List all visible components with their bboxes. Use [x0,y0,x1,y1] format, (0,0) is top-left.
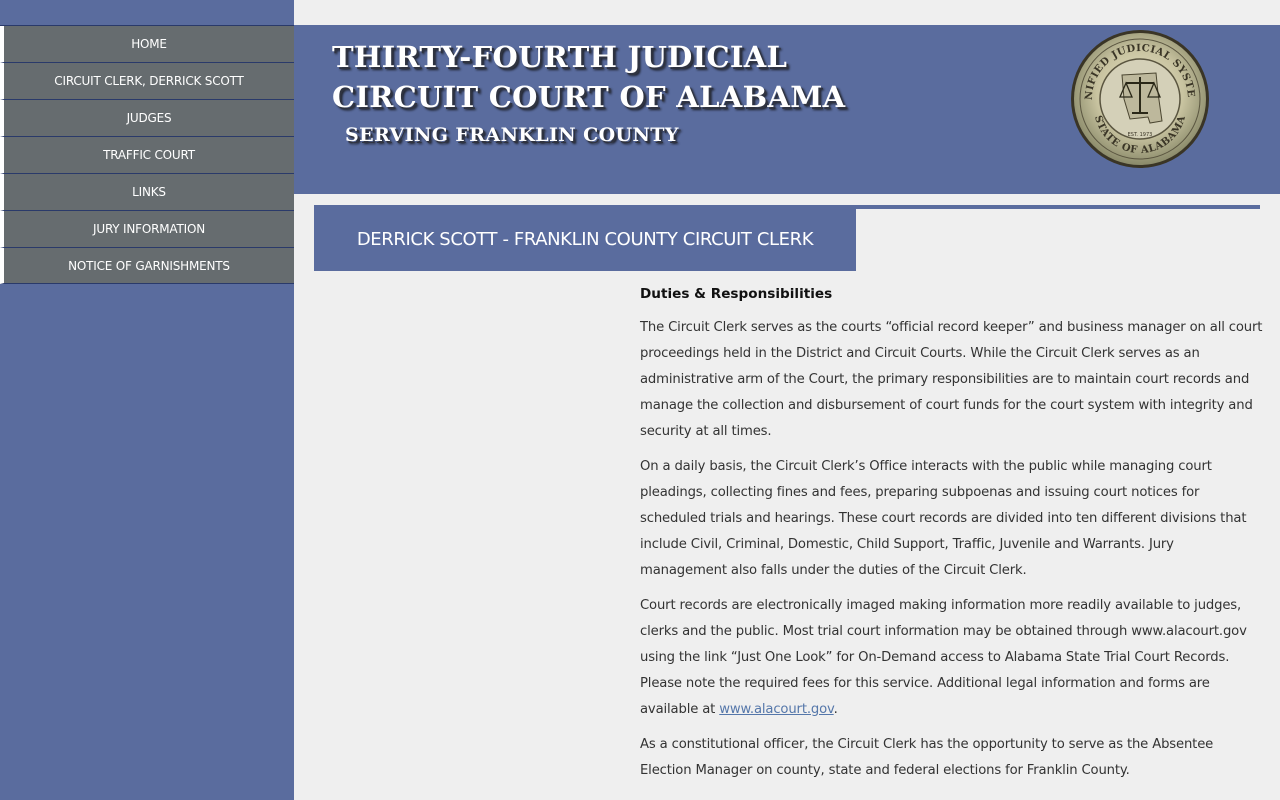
paragraph-court-records: Court records are electronically imaged … [640,593,1264,723]
nav-item-notice-of-garnishments[interactable]: NOTICE OF GARNISHMENTS [0,248,294,284]
site-title-line-2: CIRCUIT COURT OF ALABAMA [332,80,846,114]
nav-item-judges[interactable]: JUDGES [0,100,294,137]
site-title: THIRTY-FOURTH JUDICIAL CIRCUIT COURT OF … [332,37,845,153]
main-content: Duties & Responsibilities The Circuit Cl… [640,282,1264,793]
sidebar: HOME CIRCUIT CLERK, DERRICK SCOTT JUDGES… [0,0,294,800]
nav-item-home[interactable]: HOME [0,26,294,63]
nav-item-jury-information[interactable]: JURY INFORMATION [0,211,294,248]
nav-item-circuit-clerk[interactable]: CIRCUIT CLERK, DERRICK SCOTT [0,63,294,100]
state-seal-icon: UNIFIED JUDICIAL SYSTEM STATE OF ALABAMA… [1070,29,1209,168]
paragraph-daily-duties: On a daily basis, the Circuit Clerk’s Of… [640,459,1247,578]
site-subtitle: SERVING FRANKLIN COUNTY [345,124,679,146]
paragraph-court-records-end: . [833,702,838,717]
nav-item-traffic-court[interactable]: TRAFFIC COURT [0,137,294,174]
content-heading: Duties & Responsibilities [640,286,833,302]
alacourt-link[interactable]: www.alacourt.gov [719,702,834,717]
main-nav: HOME CIRCUIT CLERK, DERRICK SCOTT JUDGES… [0,25,294,284]
paragraph-court-records-text: Court records are electronically imaged … [640,598,1247,717]
seal-year: EST. 1973 [1128,132,1153,138]
nav-item-links[interactable]: LINKS [0,174,294,211]
page-title: DERRICK SCOTT - FRANKLIN COUNTY CIRCUIT … [314,205,856,271]
paragraph-record-keeper: The Circuit Clerk serves as the courts “… [640,320,1263,439]
paragraph-election-manager: As a constitutional officer, the Circuit… [640,737,1214,778]
site-banner: THIRTY-FOURTH JUDICIAL CIRCUIT COURT OF … [294,25,1280,194]
site-title-line-1: THIRTY-FOURTH JUDICIAL [332,40,788,74]
